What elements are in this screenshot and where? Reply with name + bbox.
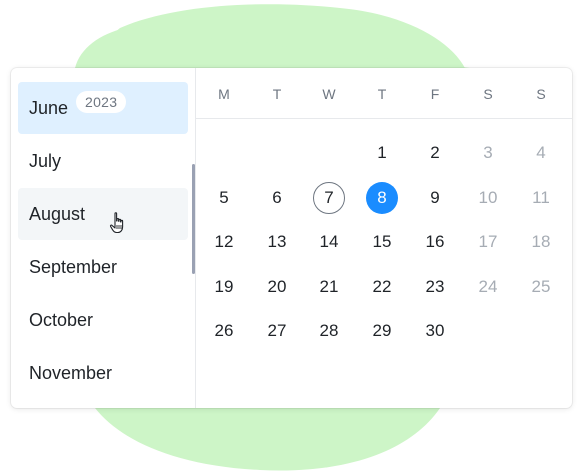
day-cell[interactable]: 11: [525, 182, 557, 214]
month-label: June: [29, 97, 69, 118]
day-cell[interactable]: 26: [208, 315, 240, 347]
day-cell[interactable]: 18: [525, 226, 557, 258]
day-cell[interactable]: 28: [313, 315, 345, 347]
day-cell[interactable]: 29: [366, 315, 398, 347]
weekday-label: S: [536, 86, 546, 102]
month-item-november[interactable]: November: [18, 347, 188, 399]
weekday-label: S: [483, 86, 493, 102]
day-cell[interactable]: 7: [313, 182, 345, 214]
day-cell[interactable]: 27: [261, 315, 293, 347]
month-list-scrollbar[interactable]: [192, 164, 195, 274]
day-cell[interactable]: 21: [313, 271, 345, 303]
day-cell[interactable]: 9: [419, 182, 451, 214]
month-label: November: [29, 362, 113, 383]
day-cell[interactable]: 10: [472, 182, 504, 214]
weekday-header: M T W T F S S: [196, 68, 572, 119]
month-item-august[interactable]: August: [18, 188, 188, 240]
day-cell[interactable]: 30: [419, 315, 451, 347]
month-label: October: [29, 309, 94, 330]
day-cell[interactable]: 14: [313, 226, 345, 258]
day-cell[interactable]: 5: [208, 182, 240, 214]
month-item-june[interactable]: June 2023: [18, 82, 188, 134]
weekday-label: F: [430, 86, 440, 102]
month-item-july[interactable]: July: [18, 135, 188, 187]
day-cell[interactable]: 4: [525, 137, 557, 169]
day-cell[interactable]: 17: [472, 226, 504, 258]
calendar-grid: M T W T F S S 1 2 3 4 5 6 7 8 9 10 11 12 13 14 15 16 17 1…: [196, 68, 572, 408]
month-list: June 2023 July August September October …: [11, 68, 196, 408]
day-cell[interactable]: 6: [261, 182, 293, 214]
day-cell[interactable]: 22: [366, 271, 398, 303]
month-label: July: [29, 150, 62, 171]
month-item-october[interactable]: October: [18, 294, 188, 346]
day-cell[interactable]: 12: [208, 226, 240, 258]
day-cell[interactable]: 15: [366, 226, 398, 258]
day-cell[interactable]: 25: [525, 271, 557, 303]
day-cell[interactable]: 3: [472, 137, 504, 169]
day-cell[interactable]: 1: [366, 137, 398, 169]
hand-pointer-icon: [109, 212, 124, 234]
day-cell[interactable]: 19: [208, 271, 240, 303]
day-cell[interactable]: 24: [472, 271, 504, 303]
day-cell[interactable]: 20: [261, 271, 293, 303]
year-badge[interactable]: 2023: [76, 91, 127, 113]
weekday-label: M: [218, 86, 230, 102]
day-cell[interactable]: 13: [261, 226, 293, 258]
weekday-label: T: [272, 86, 282, 102]
weekday-label: W: [322, 86, 336, 102]
day-cell[interactable]: 23: [419, 271, 451, 303]
month-date-picker: June 2023 July August September October …: [11, 68, 572, 408]
weekday-label: T: [377, 86, 387, 102]
month-label: August: [29, 203, 86, 224]
day-cell[interactable]: 16: [419, 226, 451, 258]
day-cell[interactable]: 2: [419, 137, 451, 169]
day-cell[interactable]: 8: [366, 182, 398, 214]
month-label: September: [29, 256, 118, 277]
month-item-september[interactable]: September: [18, 241, 188, 293]
